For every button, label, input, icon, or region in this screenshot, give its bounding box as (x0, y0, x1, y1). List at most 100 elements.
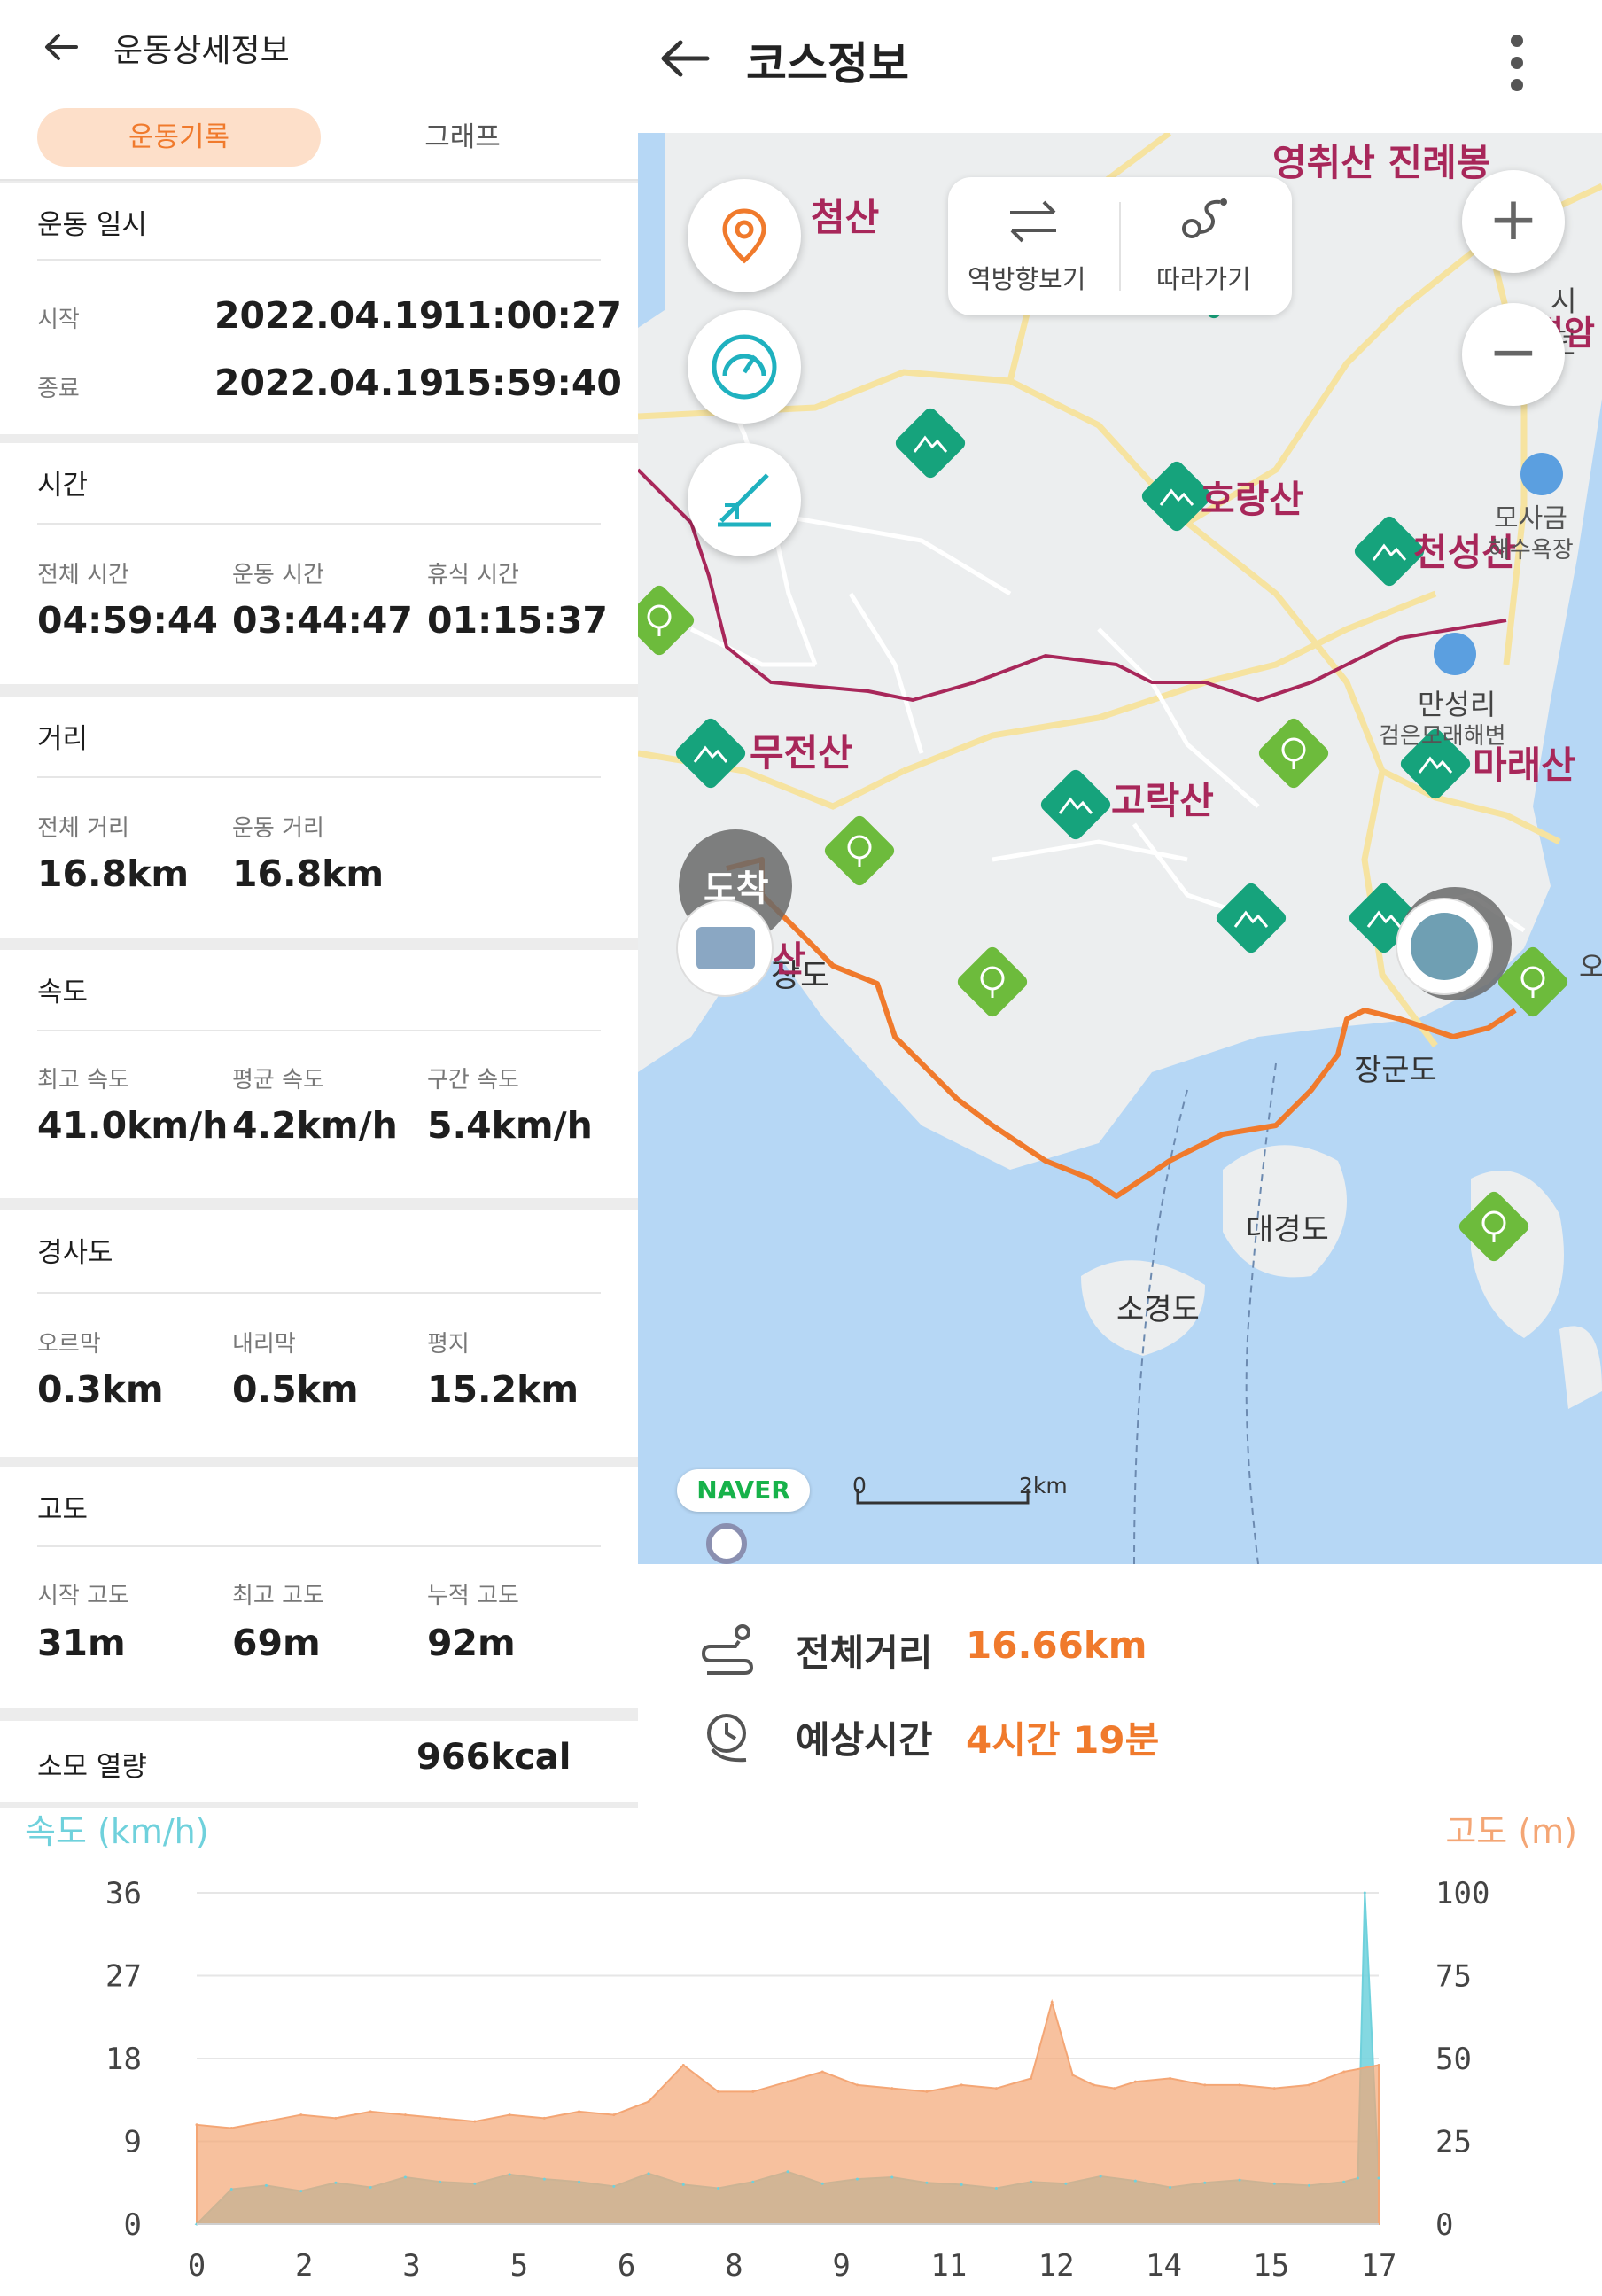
x-tick-label: 9 (832, 2248, 850, 2284)
slope-button[interactable] (688, 443, 801, 556)
section-calories: 소모 열량 966kcal (0, 1721, 638, 1802)
speed-point (299, 2190, 303, 2193)
section-heading: 거리 (37, 723, 89, 755)
reverse-label: 역방향보기 (968, 264, 1086, 294)
stat-label: 평지 (427, 1331, 470, 1358)
tab-graph[interactable]: 그래프 (321, 108, 604, 167)
place-label: 모사금 (1494, 503, 1567, 534)
top-bar: 운동상세정보 (0, 0, 638, 97)
speed-point (264, 2183, 268, 2187)
tab-workout-record[interactable]: 운동기록 (37, 108, 321, 167)
place-label: 첨산 (811, 196, 880, 239)
place-label: 소경도 (1116, 1292, 1200, 1327)
chart-canvas: 속도 (km/h) 고도 (m) 36 100 27 75 18 50 9 25 0 0 0 2 3 5 6 8 9… (25, 1812, 1577, 2284)
sea-area (638, 133, 665, 328)
estimated-time-label: 예상시간 (796, 1718, 933, 1762)
course-title: 코스정보 (746, 38, 909, 90)
speedometer-button[interactable] (688, 310, 801, 424)
estimated-time-value: 4시간 19분 (966, 1718, 1160, 1762)
altitude-point (820, 2070, 824, 2074)
location-dot (706, 1523, 747, 1564)
photo-thumbnail (696, 927, 755, 969)
speed-point (1308, 2183, 1311, 2187)
y-right-tick-label: 50 (1435, 2042, 1472, 2077)
divider (37, 523, 601, 525)
swap-arrows-icon (1010, 200, 1056, 243)
altitude-point (264, 2120, 268, 2123)
speed-point (960, 2183, 963, 2186)
place-label: 검은모래해변 (1379, 723, 1506, 750)
speed-point (439, 2180, 442, 2183)
place-label: 무전산 (750, 731, 852, 774)
altitude-point (960, 2083, 963, 2087)
altitude-point (1377, 2063, 1380, 2066)
back-arrow-icon[interactable] (657, 35, 712, 82)
stat-label: 휴식 시간 (427, 562, 519, 588)
x-tick-label: 0 (188, 2248, 206, 2284)
altitude-point (1133, 2080, 1137, 2083)
speed-point (508, 2173, 511, 2176)
stat-label: 내리막 (232, 1331, 296, 1358)
location-button[interactable] (688, 179, 801, 292)
altitude-point (1308, 2083, 1311, 2087)
section-heading: 경사도 (37, 1237, 113, 1269)
calories-value: 966kcal (416, 1737, 572, 1778)
calories-label: 소모 열량 (37, 1751, 147, 1783)
speed-point (1064, 2182, 1068, 2185)
altitude-point (855, 2083, 859, 2087)
back-arrow-icon[interactable] (41, 27, 82, 67)
speed-point (1272, 2182, 1276, 2185)
end-date: 2022.04.19 (214, 362, 445, 404)
y-left-tick-label: 27 (105, 1959, 142, 1995)
slope-icon (718, 473, 771, 527)
speed-point (1377, 2176, 1380, 2180)
zoom-out-button[interactable]: − (1462, 303, 1565, 406)
speed-point (994, 2186, 998, 2190)
x-tick-label: 6 (618, 2248, 635, 2284)
x-tick-label: 3 (402, 2248, 420, 2284)
altitude-point (1203, 2083, 1207, 2087)
stat-value: 4.2km/h (232, 1104, 398, 1147)
more-options-icon[interactable] (1508, 34, 1526, 92)
divider (37, 1545, 601, 1547)
speed-point (229, 2188, 233, 2191)
stat-label: 전체 시간 (37, 562, 129, 588)
x-tick-label: 2 (295, 2248, 313, 2284)
speed-point (403, 2175, 407, 2179)
zoom-in-button[interactable]: + (1462, 170, 1565, 273)
end-label: 종료 (37, 376, 80, 402)
stat-value: 15.2km (427, 1368, 579, 1411)
x-tick-label: 15 (1253, 2248, 1289, 2284)
speed-point (369, 2185, 372, 2189)
reverse-direction-button[interactable]: 역방향보기 (948, 177, 1119, 315)
total-distance-value: 16.66km (966, 1623, 1147, 1667)
route-actions: 역방향보기 따라가기 (948, 177, 1292, 315)
x-tick-label: 14 (1146, 2248, 1182, 2284)
divider (37, 1292, 601, 1294)
screenshot-root: 운동상세정보 운동기록 그래프 운동 일시 시작 2022.04.19 11:0… (0, 0, 1602, 2296)
altitude-point (1169, 2076, 1172, 2080)
course-map[interactable]: 첨산 영취산 진례봉 호랑산 천성산 모사금 해수욕장 무전산 고락산 마래산 … (638, 133, 1602, 1564)
divider (37, 776, 601, 778)
start-time: 11:00:27 (441, 294, 622, 337)
altitude-point (1050, 2000, 1054, 2004)
speed-point (1169, 2185, 1172, 2189)
total-distance-label: 전체거리 (796, 1631, 933, 1675)
stat-label: 최고 속도 (37, 1067, 129, 1094)
section-datetime: 운동 일시 시작 2022.04.19 11:00:27 종료 2022.04.… (0, 183, 638, 434)
stat-label: 오르막 (37, 1331, 101, 1358)
place-label: 오 (1579, 950, 1602, 984)
y-right-tick-label: 100 (1435, 1876, 1489, 1911)
speed-point (925, 2181, 929, 2184)
altitude-point (994, 2087, 998, 2090)
follow-button[interactable]: 따라가기 (1121, 177, 1292, 315)
tab-bar: 운동기록 그래프 (0, 97, 638, 181)
route-follow-icon (1182, 198, 1227, 238)
place-label: 산 (773, 939, 805, 980)
follow-label: 따라가기 (1156, 264, 1251, 294)
speed-point (473, 2182, 477, 2185)
stat-value: 0.5km (232, 1368, 359, 1411)
stat-value: 01:15:37 (427, 599, 608, 642)
stat-value: 92m (427, 1622, 516, 1664)
speed-point (855, 2177, 859, 2181)
